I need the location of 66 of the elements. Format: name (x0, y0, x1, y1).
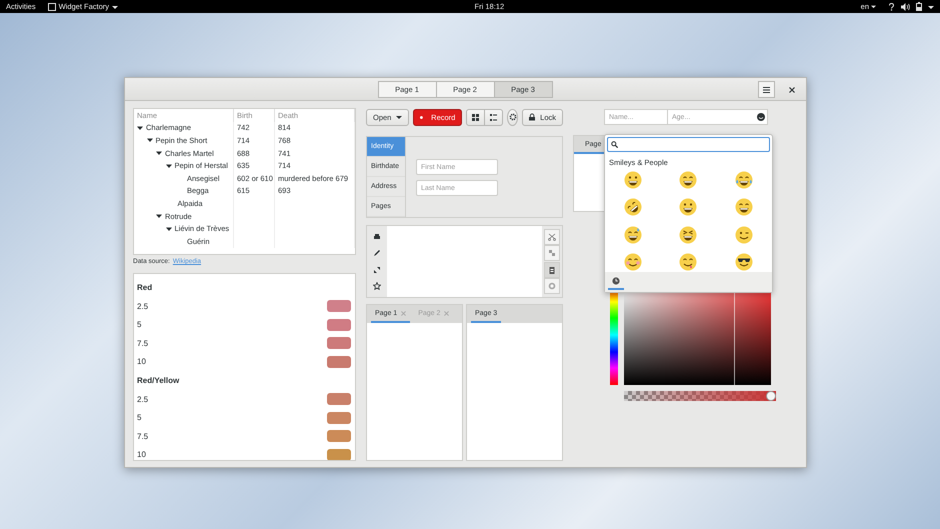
slider-thumb[interactable] (766, 391, 776, 401)
row-label: 10 (137, 450, 146, 460)
close-icon (788, 86, 794, 92)
emoji-icon (679, 252, 698, 271)
caret-icon (396, 114, 402, 120)
color-swatch[interactable] (327, 412, 351, 424)
emoji-icon (735, 252, 754, 271)
emoji-icon (624, 171, 642, 189)
copy-icon (548, 249, 556, 258)
volume-icon (901, 2, 910, 10)
color-swatch[interactable] (327, 356, 351, 368)
star-icon (373, 282, 381, 290)
scissors-icon (548, 233, 556, 242)
caret-icon (871, 4, 876, 9)
emoji-icon (735, 171, 754, 189)
settings-icon (508, 113, 517, 121)
clipboard-icon (548, 266, 556, 274)
group-title: Red/Yellow (137, 375, 180, 387)
menu-icon (763, 86, 770, 92)
clear-icon (548, 282, 556, 290)
fullscreen-icon (373, 266, 381, 274)
tool-button[interactable] (544, 262, 560, 278)
emoji-icon (735, 198, 754, 216)
color-swatch[interactable] (327, 430, 351, 442)
emoji-icon (679, 171, 698, 189)
close-icon (444, 310, 450, 316)
row-label: 7.5 (137, 338, 148, 348)
caret-icon (928, 4, 934, 10)
clock-icon (612, 277, 620, 285)
color-swatch[interactable] (327, 300, 351, 312)
grid-icon (472, 114, 480, 120)
search-icon (611, 141, 618, 148)
help-icon (888, 2, 896, 10)
row-label: 2.5 (137, 302, 148, 311)
emoji-icon (624, 198, 642, 216)
emoji-icon (679, 198, 698, 216)
color-swatch[interactable] (327, 393, 351, 406)
printer-icon (373, 233, 381, 242)
row-label: 10 (137, 357, 146, 366)
window-icon (48, 2, 56, 10)
group-title: Red (137, 282, 154, 294)
row-label: 5 (137, 413, 142, 422)
emoji-icon (624, 226, 642, 244)
tool-button[interactable] (544, 229, 560, 246)
color-swatch[interactable] (327, 448, 351, 460)
color-swatch[interactable] (327, 337, 351, 350)
emoji-icon (735, 226, 754, 244)
row-label: 7.5 (137, 432, 148, 441)
row-label: 2.5 (137, 394, 148, 404)
row-label: 5 (137, 320, 142, 330)
view-toggle-button[interactable] (485, 108, 504, 126)
color-swatch[interactable] (327, 318, 351, 331)
close-icon (401, 310, 406, 316)
emoji-icon (624, 252, 642, 271)
smiley-icon (757, 113, 765, 121)
view-toggle-button[interactable] (466, 108, 486, 126)
alpha-slider[interactable] (624, 391, 776, 401)
record-dot-icon (420, 114, 424, 120)
settings-button[interactable] (507, 108, 518, 126)
emoji-icon (679, 226, 698, 244)
list-icon (490, 114, 498, 120)
menu-button[interactable] (758, 81, 775, 98)
dropper-icon (373, 249, 381, 258)
caret-icon (112, 4, 118, 10)
search-field[interactable] (607, 137, 770, 152)
lock-icon (529, 113, 536, 121)
